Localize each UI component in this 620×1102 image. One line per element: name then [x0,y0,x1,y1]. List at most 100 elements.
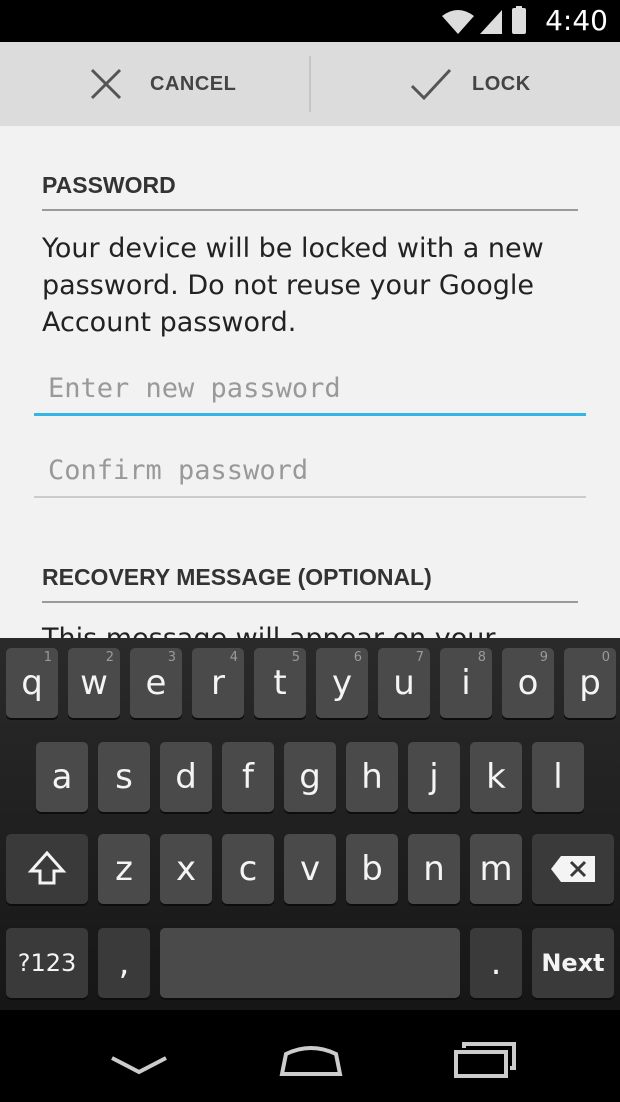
key-t-hint: 5 [291,650,300,665]
period-key[interactable]: . [470,928,522,998]
key-c-label: c [238,849,258,889]
key-c[interactable]: c [222,834,274,904]
settings-content: PASSWORD Your device will be locked with… [0,126,620,638]
space-key[interactable] [160,928,460,998]
recovery-section-title: RECOVERY MESSAGE (OPTIONAL) [42,564,578,603]
home-icon[interactable] [276,1040,346,1080]
key-u[interactable]: u7 [378,648,430,718]
key-i-label: i [461,663,471,703]
new-password-underline [34,413,586,416]
key-h[interactable]: h [346,742,398,812]
key-z[interactable]: z [98,834,150,904]
key-z-label: z [115,849,133,889]
confirm-password-field[interactable] [34,446,586,498]
key-e-hint: 3 [167,650,176,665]
back-icon[interactable] [104,1044,174,1084]
lock-button[interactable]: LOCK [408,42,531,126]
wifi-icon [442,10,474,34]
key-w-hint: 2 [105,650,114,665]
key-e[interactable]: e3 [130,648,182,718]
key-r-label: r [211,663,225,703]
key-q[interactable]: q1 [6,648,58,718]
key-t-label: t [273,663,287,703]
soft-keyboard: ?123 , . Next q1w2e3r4t5y6u7i8o9p0asdfgh… [0,638,620,1010]
key-g[interactable]: g [284,742,336,812]
key-j-label: j [429,757,439,797]
key-q-label: q [21,663,43,703]
key-b-label: b [361,849,383,889]
comma-key-label: , [118,943,130,983]
next-key[interactable]: Next [532,928,614,998]
password-section-title: PASSWORD [42,172,578,211]
shift-key[interactable] [6,834,88,904]
key-w[interactable]: w2 [68,648,120,718]
key-d-label: d [175,757,197,797]
recent-apps-icon[interactable] [450,1040,520,1080]
next-key-label: Next [541,949,605,977]
key-x[interactable]: x [160,834,212,904]
key-f[interactable]: f [222,742,274,812]
navigation-bar [0,1010,620,1102]
shift-icon [27,850,67,885]
key-p-label: p [579,663,601,703]
key-a[interactable]: a [36,742,88,812]
key-u-hint: 7 [415,650,424,665]
key-s[interactable]: s [98,742,150,812]
key-u-label: u [393,663,415,703]
key-e-label: e [145,663,167,703]
cancel-button[interactable]: CANCEL [86,42,236,126]
key-l[interactable]: l [532,742,584,812]
key-o-label: o [517,663,539,703]
key-k-label: k [486,757,506,797]
status-time: 4:40 [545,4,608,37]
key-y-label: y [331,663,353,703]
action-divider [309,56,311,112]
recovery-description: This message will appear on your [42,620,572,638]
status-bar: 4:40 [0,0,620,42]
key-t[interactable]: t5 [254,648,306,718]
password-description: Your device will be locked with a new pa… [42,233,544,338]
backspace-icon [551,856,595,882]
key-g-label: g [299,757,321,797]
comma-key[interactable]: , [98,928,150,998]
key-n-label: n [423,849,445,889]
new-password-input[interactable] [34,364,586,412]
key-y[interactable]: y6 [316,648,368,718]
key-f-label: f [242,757,254,797]
key-s-label: s [115,757,133,797]
key-k[interactable]: k [470,742,522,812]
key-h-label: h [361,757,383,797]
action-bar: CANCEL LOCK [0,42,620,128]
battery-icon [512,6,526,34]
signal-icon [480,10,502,34]
cancel-label: CANCEL [150,72,237,95]
key-v[interactable]: v [284,834,336,904]
key-b[interactable]: b [346,834,398,904]
symbols-key-label: ?123 [17,949,77,977]
symbols-key[interactable]: ?123 [6,928,88,998]
key-x-label: x [175,849,197,889]
close-icon [90,68,122,100]
confirm-password-input[interactable] [34,446,586,494]
key-q-hint: 1 [43,650,52,665]
key-m-label: m [479,849,513,889]
key-d[interactable]: d [160,742,212,812]
confirm-password-underline [34,496,586,498]
key-j[interactable]: j [408,742,460,812]
key-n[interactable]: n [408,834,460,904]
key-r[interactable]: r4 [192,648,244,718]
key-o[interactable]: o9 [502,648,554,718]
key-p-hint: 0 [601,650,610,665]
key-o-hint: 9 [539,650,548,665]
key-i[interactable]: i8 [440,648,492,718]
period-key-label: . [490,943,502,983]
backspace-key[interactable] [532,834,614,904]
key-p[interactable]: p0 [564,648,616,718]
new-password-field[interactable] [34,364,586,416]
key-y-hint: 6 [353,650,362,665]
key-l-label: l [553,757,563,797]
key-a-label: a [51,757,73,797]
check-icon [410,68,452,101]
key-i-hint: 8 [477,650,486,665]
key-m[interactable]: m [470,834,522,904]
